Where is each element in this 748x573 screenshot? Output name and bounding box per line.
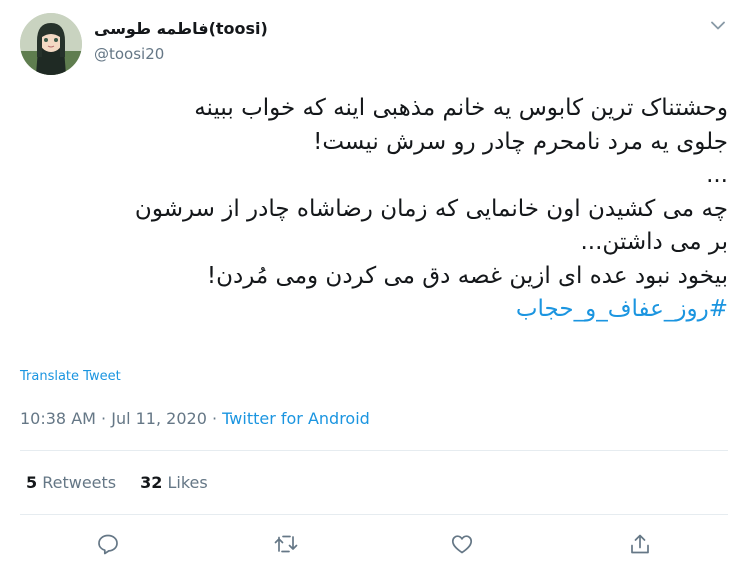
- tweet-text: وحشتناک ترین کابوس یه خانم مذهبی اینه که…: [16, 92, 728, 327]
- hashtag-link[interactable]: #روز_عفاف_و_حجاب: [16, 293, 728, 327]
- tweet-line: چه می کشیدن اون خانمایی که زمان رضاشاه چ…: [134, 195, 728, 222]
- reply-icon: [98, 534, 118, 555]
- likes-label: Likes: [167, 473, 208, 492]
- tweet-time[interactable]: 10:38 AM: [20, 409, 96, 428]
- tweet-line: ...: [706, 162, 728, 188]
- tweet-line: وحشتناک ترین کابوس یه خانم مذهبی اینه که…: [194, 95, 728, 121]
- separator: ·: [101, 409, 107, 428]
- tweet-metadata: 10:38 AM · Jul 11, 2020 · Twitter for An…: [20, 409, 370, 428]
- retweets-count: 5: [26, 473, 38, 492]
- share-button[interactable]: [627, 531, 653, 557]
- separator: ·: [211, 409, 218, 428]
- tweet-line: جلوی یه مرد نامحرم چادر رو سرش نیست!: [313, 128, 728, 155]
- reply-button[interactable]: [95, 531, 121, 557]
- tweet-source-link[interactable]: Twitter for Android: [222, 409, 370, 428]
- likes-stat[interactable]: 32 Likes: [140, 473, 208, 492]
- tweet-stats: 5 Retweets 32 Likes: [26, 473, 208, 492]
- tweet-line: بر می داشتن...: [580, 229, 729, 255]
- chevron-down-icon[interactable]: [708, 17, 728, 33]
- user-handle[interactable]: @toosi20: [94, 45, 164, 63]
- likes-count: 32: [140, 473, 163, 492]
- display-name[interactable]: فاطمه طوسی(toosi): [94, 19, 268, 38]
- retweet-icon: [274, 535, 298, 553]
- translate-tweet-link[interactable]: Translate Tweet: [20, 369, 121, 384]
- retweets-label: Retweets: [42, 473, 117, 492]
- like-icon: [451, 535, 473, 554]
- like-button[interactable]: [449, 531, 475, 557]
- divider: [20, 514, 728, 515]
- retweet-button[interactable]: [273, 531, 299, 557]
- divider: [20, 450, 728, 451]
- share-icon: [631, 534, 649, 554]
- tweet-line: بیخود نبود عده ای ازین غصه دق می کردن وم…: [206, 262, 728, 289]
- avatar[interactable]: [20, 13, 82, 75]
- retweets-stat[interactable]: 5 Retweets: [26, 473, 116, 492]
- tweet-date[interactable]: Jul 11, 2020: [111, 409, 207, 428]
